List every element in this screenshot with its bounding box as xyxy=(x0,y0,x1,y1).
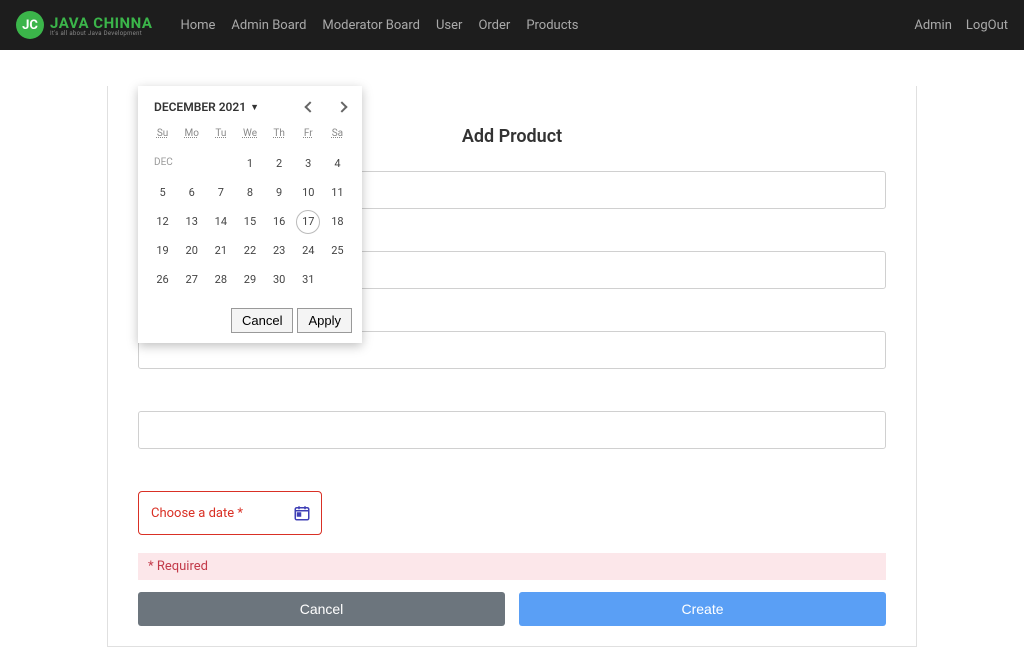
datepicker-day[interactable]: 10 xyxy=(294,178,323,207)
nav-links: Home Admin Board Moderator Board User Or… xyxy=(180,18,578,33)
datepicker-day[interactable]: 16 xyxy=(265,207,294,236)
datepicker-actions: Cancel Apply xyxy=(148,308,352,333)
nav-order[interactable]: Order xyxy=(478,18,510,33)
datepicker-dow: Su xyxy=(148,124,177,149)
datepicker-apply-button[interactable]: Apply xyxy=(297,308,352,333)
logo-subtitle: It's all about Java Development xyxy=(50,30,152,37)
datepicker-day[interactable]: 6 xyxy=(177,178,206,207)
datepicker-day[interactable]: 12 xyxy=(148,207,177,236)
calendar-icon xyxy=(293,504,311,522)
datepicker-header: DECEMBER 2021 ▼ xyxy=(148,100,352,124)
datepicker-day[interactable]: 27 xyxy=(177,265,206,294)
datepicker-day[interactable]: 11 xyxy=(323,178,352,207)
nav-right: Admin LogOut xyxy=(914,18,1008,33)
datepicker-day[interactable]: 26 xyxy=(148,265,177,294)
prev-month-icon[interactable] xyxy=(304,101,315,112)
product-input-4[interactable] xyxy=(138,411,886,449)
datepicker-day[interactable]: 25 xyxy=(323,236,352,265)
datepicker-day[interactable]: 31 xyxy=(294,265,323,294)
datepicker-day[interactable]: 3 xyxy=(294,149,323,178)
datepicker-day[interactable]: 1 xyxy=(235,149,264,178)
datepicker-dow: Th xyxy=(265,124,294,149)
datepicker-day[interactable]: 14 xyxy=(206,207,235,236)
datepicker-day[interactable]: 13 xyxy=(177,207,206,236)
datepicker-empty xyxy=(206,149,235,178)
datepicker-day[interactable]: 15 xyxy=(235,207,264,236)
datepicker-day[interactable]: 20 xyxy=(177,236,206,265)
form-container: Add Product Choose a date * * Required C… xyxy=(107,86,917,647)
nav-home[interactable]: Home xyxy=(180,18,215,33)
datepicker-day[interactable]: 23 xyxy=(265,236,294,265)
datepicker-day[interactable]: 30 xyxy=(265,265,294,294)
datepicker-day[interactable]: 19 xyxy=(148,236,177,265)
nav-admin-board[interactable]: Admin Board xyxy=(231,18,306,33)
cancel-button[interactable]: Cancel xyxy=(138,592,505,626)
caret-down-icon: ▼ xyxy=(250,102,259,113)
datepicker-grid: SuMoTuWeThFrSaDEC12345678910111213141516… xyxy=(148,124,352,294)
datepicker-day[interactable]: 22 xyxy=(235,236,264,265)
logo-badge: JC xyxy=(16,11,44,39)
next-month-icon[interactable] xyxy=(336,101,347,112)
datepicker-day[interactable]: 28 xyxy=(206,265,235,294)
date-field[interactable]: Choose a date * xyxy=(138,491,322,535)
nav-admin-link[interactable]: Admin xyxy=(914,18,952,33)
datepicker-dow: We xyxy=(235,124,264,149)
datepicker-dow: Tu xyxy=(206,124,235,149)
nav-logout[interactable]: LogOut xyxy=(966,18,1008,33)
datepicker-nav xyxy=(306,103,346,111)
datepicker-dow: Sa xyxy=(323,124,352,149)
datepicker-day[interactable]: 18 xyxy=(323,207,352,236)
datepicker-day[interactable]: 4 xyxy=(323,149,352,178)
datepicker: DECEMBER 2021 ▼ SuMoTuWeThFrSaDEC1234567… xyxy=(138,86,362,343)
datepicker-day[interactable]: 17 xyxy=(294,207,323,236)
datepicker-dow: Mo xyxy=(177,124,206,149)
datepicker-day[interactable]: 2 xyxy=(265,149,294,178)
nav-left: JC JAVA CHINNA It's all about Java Devel… xyxy=(16,11,578,39)
nav-products[interactable]: Products xyxy=(526,18,578,33)
create-button[interactable]: Create xyxy=(519,592,886,626)
datepicker-month-year[interactable]: DECEMBER 2021 ▼ xyxy=(154,100,259,114)
button-row: Cancel Create xyxy=(138,592,886,626)
datepicker-day[interactable]: 24 xyxy=(294,236,323,265)
datepicker-day[interactable]: 21 xyxy=(206,236,235,265)
nav-moderator-board[interactable]: Moderator Board xyxy=(322,18,420,33)
datepicker-day[interactable]: 7 xyxy=(206,178,235,207)
required-bar: * Required xyxy=(138,553,886,580)
datepicker-day[interactable]: 8 xyxy=(235,178,264,207)
navbar: JC JAVA CHINNA It's all about Java Devel… xyxy=(0,0,1024,50)
datepicker-month-label: DEC xyxy=(148,149,177,178)
datepicker-day[interactable]: 9 xyxy=(265,178,294,207)
datepicker-day[interactable]: 5 xyxy=(148,178,177,207)
nav-user[interactable]: User xyxy=(436,18,462,33)
datepicker-empty xyxy=(177,149,206,178)
date-label: Choose a date * xyxy=(151,506,243,521)
datepicker-title-text: DECEMBER 2021 xyxy=(154,100,246,114)
datepicker-dow: Fr xyxy=(294,124,323,149)
logo[interactable]: JC JAVA CHINNA It's all about Java Devel… xyxy=(16,11,152,39)
datepicker-cancel-button[interactable]: Cancel xyxy=(231,308,293,333)
datepicker-day[interactable]: 29 xyxy=(235,265,264,294)
